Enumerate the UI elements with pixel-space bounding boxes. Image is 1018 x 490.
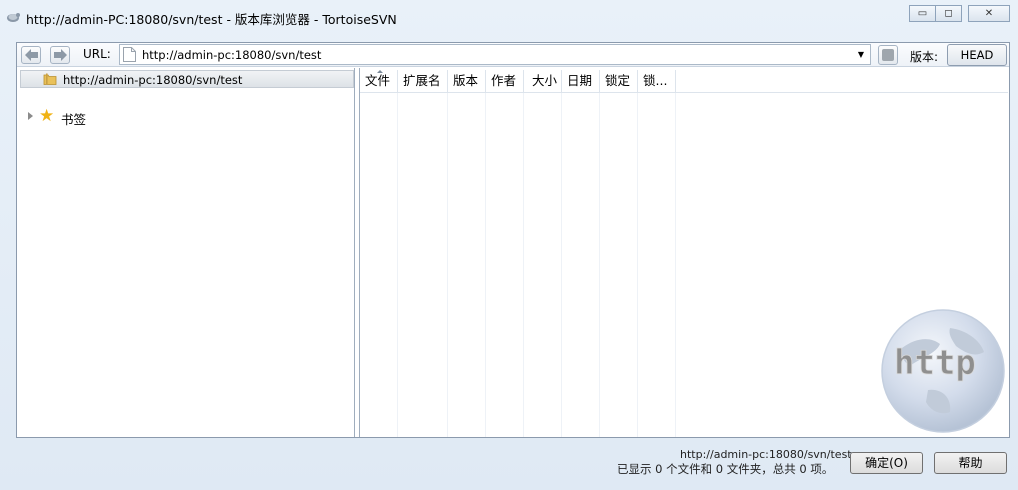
window-controls: ▭ ◻ ✕ [909,5,1010,22]
watermark-text: http [894,343,976,383]
tree-root-label: http://admin-pc:18080/svn/test [63,73,243,87]
bookmarks-label: 书签 [61,112,87,127]
url-combobox[interactable]: http://admin-pc:18080/svn/test ▼ [119,44,871,65]
close-button[interactable]: ✕ [968,5,1010,22]
url-value: http://admin-pc:18080/svn/test [142,48,322,62]
repository-tree[interactable]: http://admin-pc:18080/svn/test ★ 书签 [17,68,355,437]
back-arrow-icon [25,49,38,61]
url-label: URL: [83,47,111,61]
maximize-icon: ◻ [944,8,953,19]
revision-button[interactable]: HEAD [947,44,1007,66]
column-header-size[interactable]: 大小 [524,70,562,92]
minimize-button[interactable]: ▭ [909,5,936,22]
maximize-button[interactable]: ◻ [935,5,962,22]
status-summary: 已显示 0 个文件和 0 文件夹，总共 0 项。 [617,462,834,476]
status-url: http://admin-pc:18080/svn/test [680,448,852,461]
column-header-lock-comment[interactable]: 锁... [638,70,676,92]
ok-button[interactable]: 确定(O) [850,452,923,474]
url-dropdown-icon[interactable]: ▼ [854,46,868,63]
column-header-date[interactable]: 日期 [562,70,600,92]
column-header-file[interactable]: 文件 [360,70,398,92]
tree-item-root[interactable]: http://admin-pc:18080/svn/test [20,70,354,88]
revision-picker-button[interactable] [878,45,898,65]
expand-arrow-icon[interactable] [28,112,33,120]
back-button[interactable] [21,46,41,64]
file-list[interactable]: 文件 扩展名 版本 作者 大小 日期 锁定 锁... http [359,68,1009,437]
file-list-header: 文件 扩展名 版本 作者 大小 日期 锁定 锁... [360,70,1008,93]
revision-icon [882,49,894,61]
folder-icon [43,73,57,85]
column-header-extension[interactable]: 扩展名 [398,70,448,92]
http-globe-watermark: http [881,309,1005,433]
toolbar: URL: http://admin-pc:18080/svn/test ▼ 版本… [17,43,1009,67]
title-bar[interactable]: http://admin-PC:18080/svn/test - 版本库浏览器 … [0,0,1018,34]
help-button[interactable]: 帮助 [934,452,1007,474]
window-title: http://admin-PC:18080/svn/test - 版本库浏览器 … [26,12,397,27]
document-icon [123,47,136,62]
tortoise-app-icon [7,13,20,22]
revision-label: 版本: [910,50,939,64]
repo-browser-panel: URL: http://admin-pc:18080/svn/test ▼ 版本… [16,42,1010,438]
tree-item-bookmarks[interactable]: ★ 书签 [25,106,225,127]
forward-arrow-icon [54,49,67,61]
column-header-lock[interactable]: 锁定 [600,70,638,92]
close-icon: ✕ [984,8,994,19]
column-header-author[interactable]: 作者 [486,70,524,92]
minimize-icon: ▭ [917,8,928,19]
forward-button[interactable] [50,46,70,64]
column-header-revision[interactable]: 版本 [448,70,486,92]
star-icon: ★ [39,106,55,126]
